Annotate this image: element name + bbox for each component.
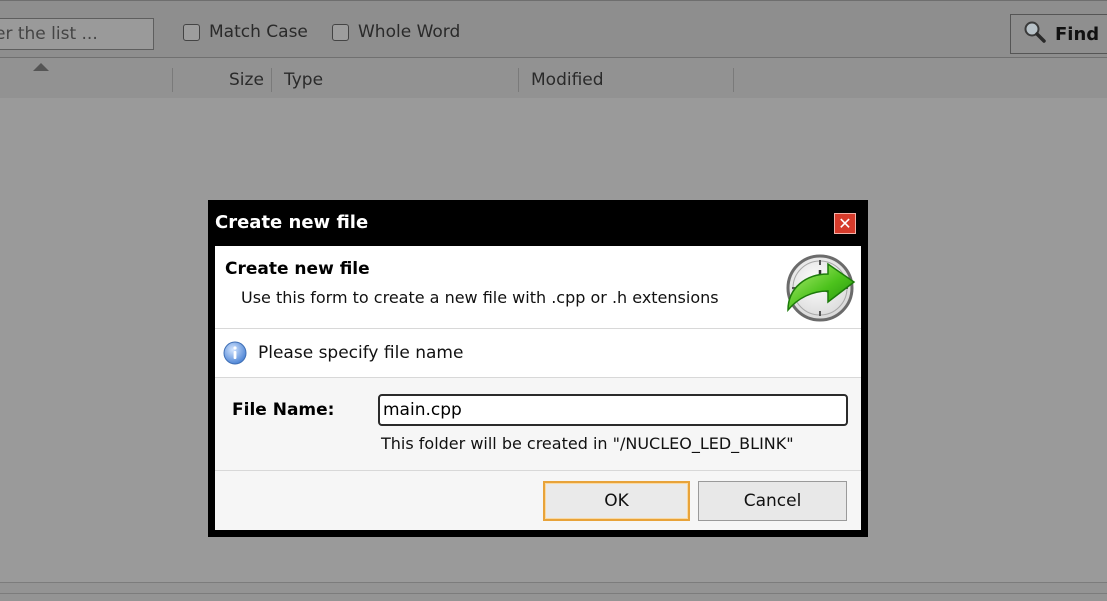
whole-word-label: Whole Word bbox=[358, 22, 461, 42]
ok-button[interactable]: OK bbox=[543, 481, 690, 521]
whole-word-option[interactable]: Whole Word bbox=[332, 22, 460, 42]
column-divider[interactable] bbox=[271, 68, 272, 92]
file-name-label: File Name: bbox=[232, 400, 335, 420]
info-icon bbox=[223, 341, 247, 365]
search-icon bbox=[1023, 20, 1047, 49]
dialog-title: Create new file bbox=[215, 212, 369, 233]
match-case-label: Match Case bbox=[209, 22, 308, 42]
info-text: Please specify file name bbox=[258, 343, 464, 363]
close-icon: ✕ bbox=[838, 213, 852, 233]
find-label: Find bbox=[1055, 23, 1100, 45]
info-message: Please specify file name bbox=[215, 329, 861, 378]
banner-title: Create new file bbox=[225, 259, 370, 279]
dialog-buttons: OK Cancel bbox=[215, 471, 861, 530]
toolbar: er the list ... Match Case Whole Word Fi… bbox=[0, 0, 1107, 58]
folder-hint: This folder will be created in "/NUCLEO_… bbox=[381, 434, 794, 453]
status-bar bbox=[0, 582, 1107, 601]
column-divider[interactable] bbox=[172, 68, 173, 92]
dialog-body: Create new file Use this form to create … bbox=[215, 246, 861, 530]
column-size[interactable]: Size bbox=[229, 70, 264, 90]
file-name-input[interactable] bbox=[378, 394, 848, 426]
column-header: Size Type Modified bbox=[0, 58, 1107, 99]
match-case-option[interactable]: Match Case bbox=[183, 22, 308, 42]
whole-word-checkbox[interactable] bbox=[332, 23, 349, 41]
green-arrow-clock-icon bbox=[780, 250, 858, 326]
dialog-banner: Create new file Use this form to create … bbox=[215, 246, 861, 329]
column-divider[interactable] bbox=[733, 68, 734, 92]
sort-ascending-icon[interactable] bbox=[33, 63, 49, 71]
filter-input[interactable]: er the list ... bbox=[0, 18, 154, 50]
column-modified[interactable]: Modified bbox=[531, 70, 604, 90]
banner-description: Use this form to create a new file with … bbox=[241, 288, 719, 307]
find-button[interactable]: Find bbox=[1010, 14, 1107, 54]
cancel-button[interactable]: Cancel bbox=[698, 481, 847, 521]
file-name-form: File Name: This folder will be created i… bbox=[215, 378, 861, 471]
create-file-dialog: Create new file ✕ Create new file Use th… bbox=[208, 200, 868, 537]
column-type[interactable]: Type bbox=[284, 70, 323, 90]
close-button[interactable]: ✕ bbox=[834, 213, 856, 234]
divider bbox=[0, 593, 1107, 594]
match-case-checkbox[interactable] bbox=[183, 23, 200, 41]
column-divider[interactable] bbox=[518, 68, 519, 92]
